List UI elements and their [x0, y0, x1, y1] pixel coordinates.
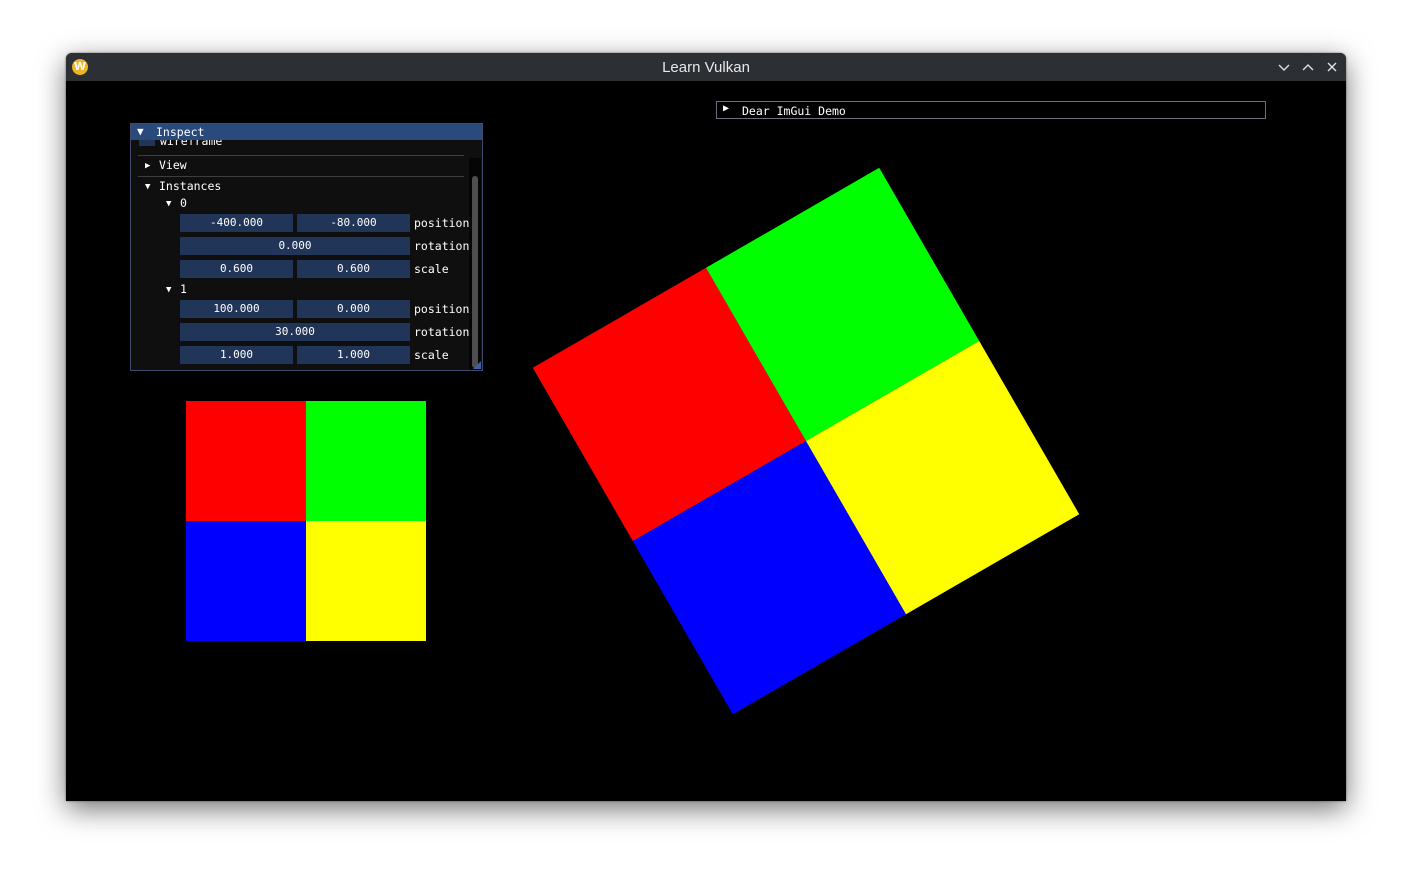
inspect-body: wireframe ▶ View ▼ Instances ▼ 0 -400.00… [131, 140, 482, 370]
demo-window-title: Dear ImGui Demo [742, 104, 846, 118]
wireframe-checkbox[interactable] [139, 140, 155, 146]
position-label: position [414, 302, 470, 316]
instance-1-position-x[interactable]: 100.000 [180, 300, 293, 318]
scale-label: scale [414, 348, 449, 362]
chevron-down-icon [1278, 64, 1290, 71]
window-title: Learn Vulkan [662, 59, 750, 76]
quad-top-left-red [186, 401, 306, 521]
instance-0-scale-y[interactable]: 0.600 [297, 260, 410, 278]
inspect-scrollbar[interactable] [469, 158, 481, 370]
expand-triangle-icon[interactable]: ▶ [723, 103, 729, 114]
minimize-button[interactable] [1276, 59, 1292, 75]
maximize-button[interactable] [1300, 59, 1316, 75]
imgui-demo-window[interactable]: ▶ Dear ImGui Demo [716, 101, 1266, 119]
instances-tree-node[interactable]: Instances [159, 179, 221, 193]
instance-1-scale-x[interactable]: 1.000 [180, 346, 293, 364]
instance-0-scale-x[interactable]: 0.600 [180, 260, 293, 278]
scrollbar-grab[interactable] [472, 176, 478, 368]
chevron-up-icon [1302, 64, 1314, 71]
render-viewport: ▼ Inspect wireframe ▶ View ▼ Instances ▼… [66, 81, 1346, 801]
separator [138, 155, 464, 156]
quad-instance-0 [186, 401, 426, 641]
view-expand-icon[interactable]: ▶ [145, 161, 150, 171]
title-bar[interactable]: W Learn Vulkan [66, 53, 1346, 81]
quad-bottom-left-blue [186, 521, 306, 641]
app-window: W Learn Vulkan ▼ Inspect wireframe ▶ Vie… [66, 53, 1346, 801]
instance-1-scale-y[interactable]: 1.000 [297, 346, 410, 364]
instance-0-position-x[interactable]: -400.000 [180, 214, 293, 232]
instance-0-rotation[interactable]: 0.000 [180, 237, 410, 255]
collapse-triangle-icon[interactable]: ▼ [137, 125, 144, 138]
resize-grip[interactable] [473, 361, 481, 369]
inspect-window[interactable]: ▼ Inspect wireframe ▶ View ▼ Instances ▼… [130, 123, 483, 371]
rotation-label: rotation [414, 239, 470, 253]
wireframe-label: wireframe [160, 140, 223, 148]
instance-1-collapse-icon[interactable]: ▼ [166, 285, 171, 295]
quad-instance-1 [532, 167, 1080, 715]
close-icon [1327, 62, 1337, 72]
scale-label: scale [414, 262, 449, 276]
rotation-label: rotation [414, 325, 470, 339]
instance-0-node[interactable]: 0 [180, 196, 187, 210]
inspect-title: Inspect [156, 125, 205, 139]
close-button[interactable] [1324, 59, 1340, 75]
separator [138, 176, 464, 177]
inspect-title-bar[interactable]: ▼ Inspect [131, 124, 482, 140]
instances-collapse-icon[interactable]: ▼ [145, 182, 150, 192]
instance-1-position-y[interactable]: 0.000 [297, 300, 410, 318]
quad-bottom-right-yellow [306, 521, 426, 641]
view-tree-node[interactable]: View [159, 158, 187, 172]
position-label: position [414, 216, 470, 230]
instance-1-node[interactable]: 1 [180, 282, 187, 296]
instance-1-rotation[interactable]: 30.000 [180, 323, 410, 341]
instance-0-position-y[interactable]: -80.000 [297, 214, 410, 232]
quad-top-right-green [306, 401, 426, 521]
instance-0-collapse-icon[interactable]: ▼ [166, 199, 171, 209]
